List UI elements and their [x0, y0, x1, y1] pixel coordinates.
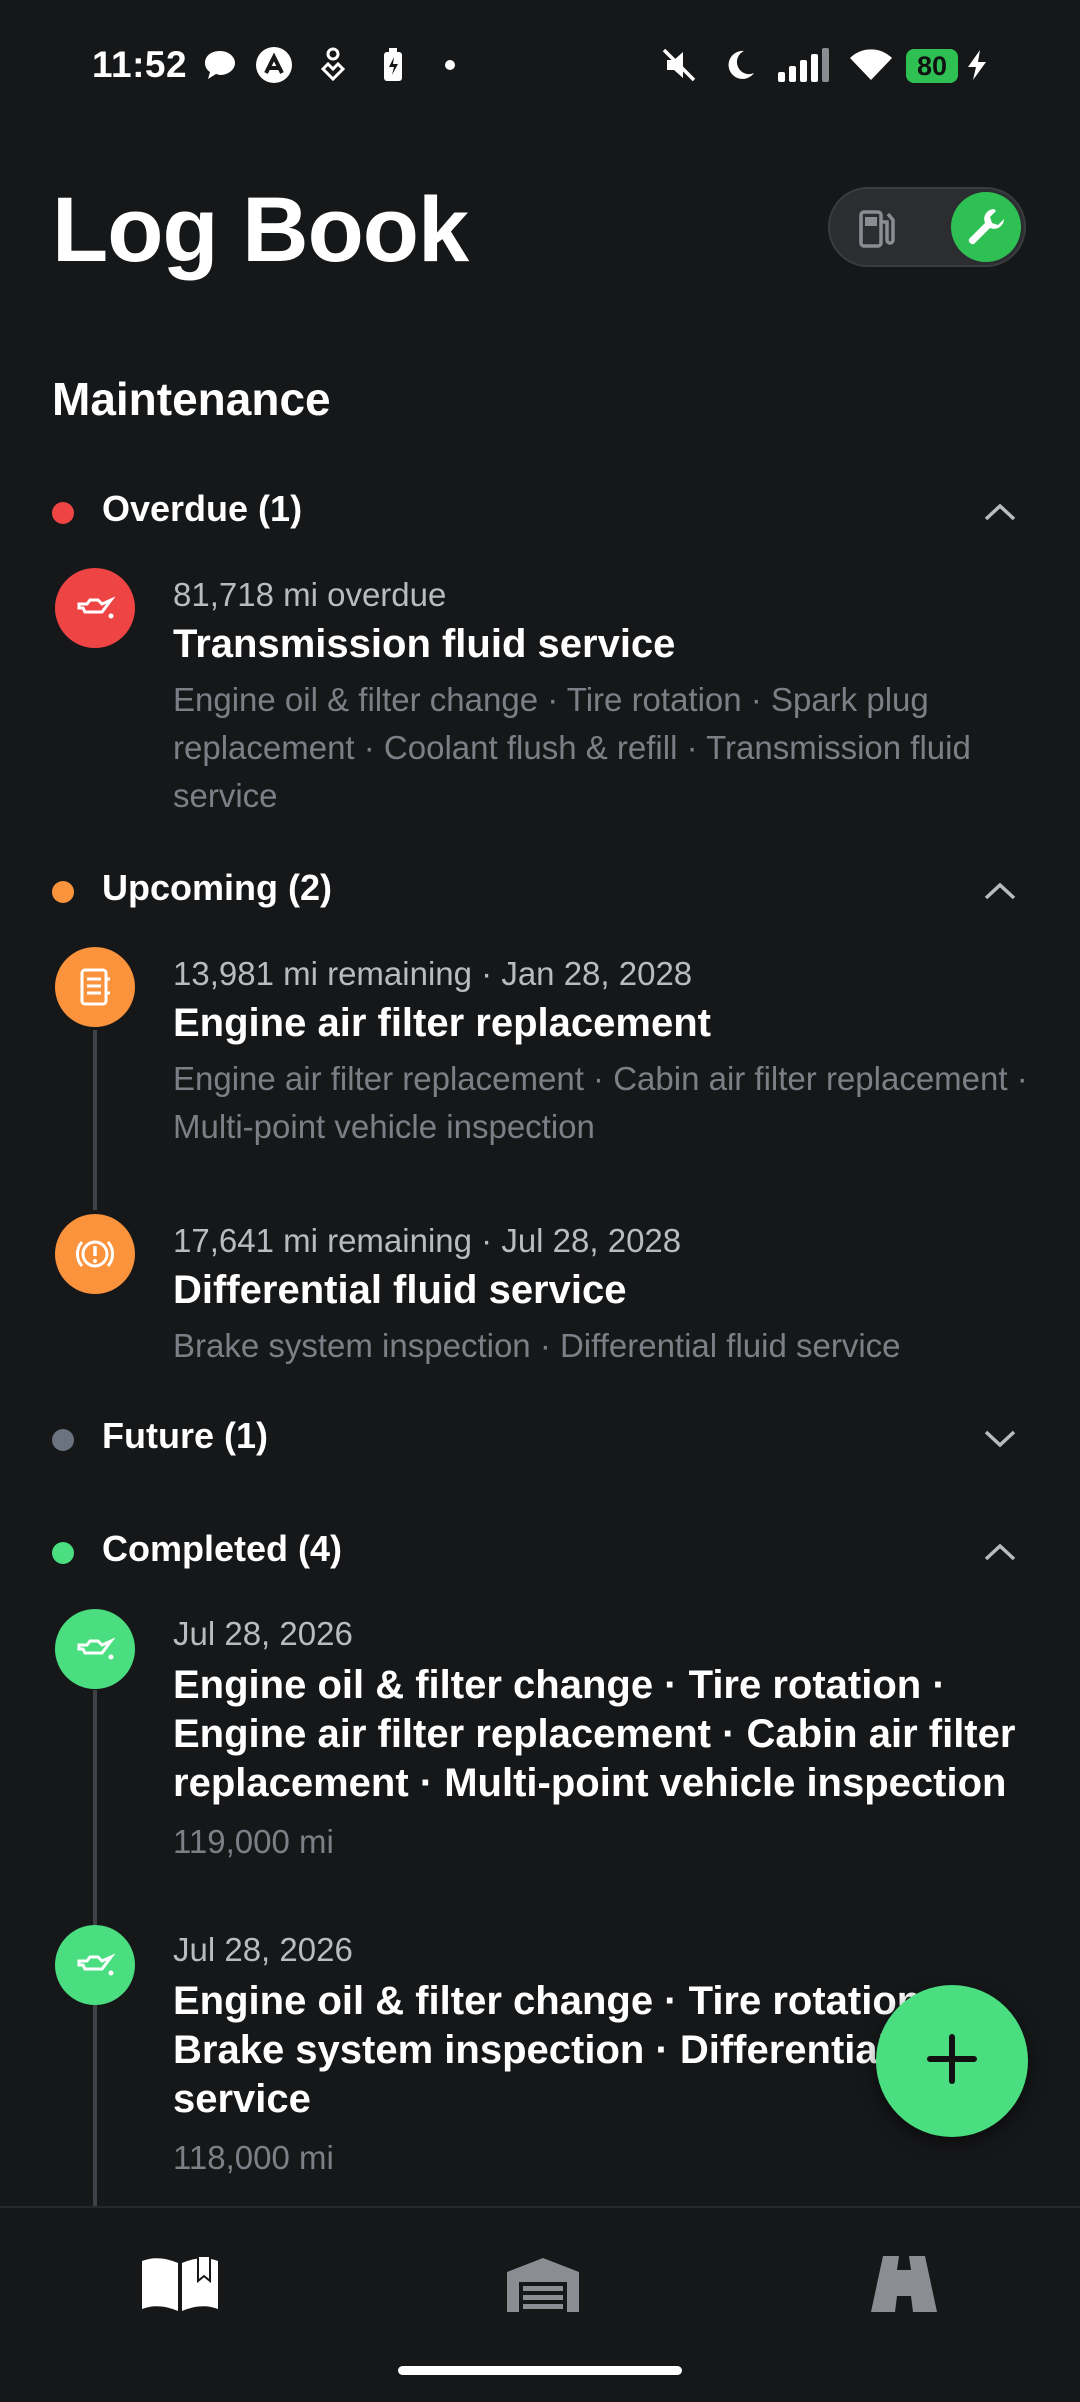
battery-saver-icon	[378, 46, 408, 84]
wifi-icon	[848, 46, 894, 84]
entry-meta: Jul 28, 2026	[173, 1615, 353, 1652]
entry-meta: 17,641 mi remaining · Jul 28, 2028	[173, 1222, 682, 1259]
group-header-upcoming[interactable]: Upcoming (2)	[52, 861, 1022, 921]
timeline-line	[93, 1690, 97, 1925]
entry-title: Differential fluid service	[173, 1268, 627, 1312]
oil-can-icon	[55, 1609, 135, 1689]
entry-services: Brake system inspection · Differential f…	[173, 1327, 901, 1364]
chevron-up-icon[interactable]	[978, 1532, 1022, 1572]
brake-warning-icon	[55, 1214, 135, 1294]
entry-services: Engine air filter replacement · Cabin ai…	[173, 1060, 1028, 1145]
oil-can-icon	[55, 1925, 135, 2005]
overdue-dot	[52, 502, 74, 524]
fuel-pump-icon[interactable]	[854, 206, 900, 252]
dot-icon	[440, 46, 460, 84]
home-indicator[interactable]	[398, 2366, 682, 2375]
air-filter-icon	[55, 947, 135, 1027]
entry-title: Engine air filter replacement	[173, 1001, 711, 1045]
mute-icon	[660, 46, 698, 84]
section-title: Maintenance	[52, 373, 331, 425]
entry-meta: Jul 28, 2026	[173, 1931, 353, 1968]
entry-title: Transmission fluid service	[173, 622, 676, 666]
book-open-icon[interactable]	[130, 2244, 230, 2324]
moon-icon	[722, 46, 758, 84]
road-icon[interactable]	[854, 2244, 954, 2324]
timeline-line	[93, 1030, 97, 1210]
entry-mileage: 118,000 mi	[173, 2139, 334, 2176]
battery-indicator: 80	[906, 49, 958, 83]
completed-dot	[52, 1542, 74, 1564]
group-header-completed[interactable]: Completed (4)	[52, 1522, 1022, 1582]
garage-icon[interactable]	[493, 2244, 593, 2324]
page-title: Log Book	[52, 179, 469, 281]
add-entry-button[interactable]	[876, 1985, 1028, 2137]
plus-icon	[924, 2031, 980, 2092]
group-label: Future (1)	[102, 1415, 268, 1456]
signal-icon	[778, 46, 834, 84]
mode-toggle[interactable]	[828, 187, 1026, 267]
chevron-up-icon[interactable]	[978, 871, 1022, 911]
group-label: Overdue (1)	[102, 488, 303, 529]
charging-icon	[964, 46, 990, 84]
timeline-line	[93, 2005, 97, 2206]
wrench-icon[interactable]	[951, 192, 1021, 262]
entry-meta: 13,981 mi remaining · Jan 28, 2028	[173, 955, 693, 992]
upcoming-dot	[52, 881, 74, 903]
oil-can-icon	[55, 568, 135, 648]
future-dot	[52, 1429, 74, 1451]
status-bar: 11:52 80	[0, 0, 1080, 120]
group-label: Completed (4)	[102, 1528, 343, 1569]
group-header-future[interactable]: Future (1)	[52, 1409, 1022, 1469]
entry-services: Engine oil & filter change · Tire rotati…	[173, 681, 971, 814]
status-time: 11:52	[92, 44, 188, 85]
group-header-overdue[interactable]: Overdue (1)	[52, 482, 1022, 542]
group-label: Upcoming (2)	[102, 867, 332, 908]
entry-meta: 81,718 mi overdue	[173, 576, 447, 613]
chevron-up-icon[interactable]	[978, 492, 1022, 532]
health-icon	[316, 46, 350, 84]
chat-icon	[200, 46, 240, 84]
chevron-down-icon[interactable]	[978, 1419, 1022, 1459]
app-icon	[254, 46, 294, 84]
entry-mileage: 119,000 mi	[173, 1823, 334, 1860]
entry-title: Engine oil & filter change · Tire rotati…	[173, 1663, 1016, 1805]
